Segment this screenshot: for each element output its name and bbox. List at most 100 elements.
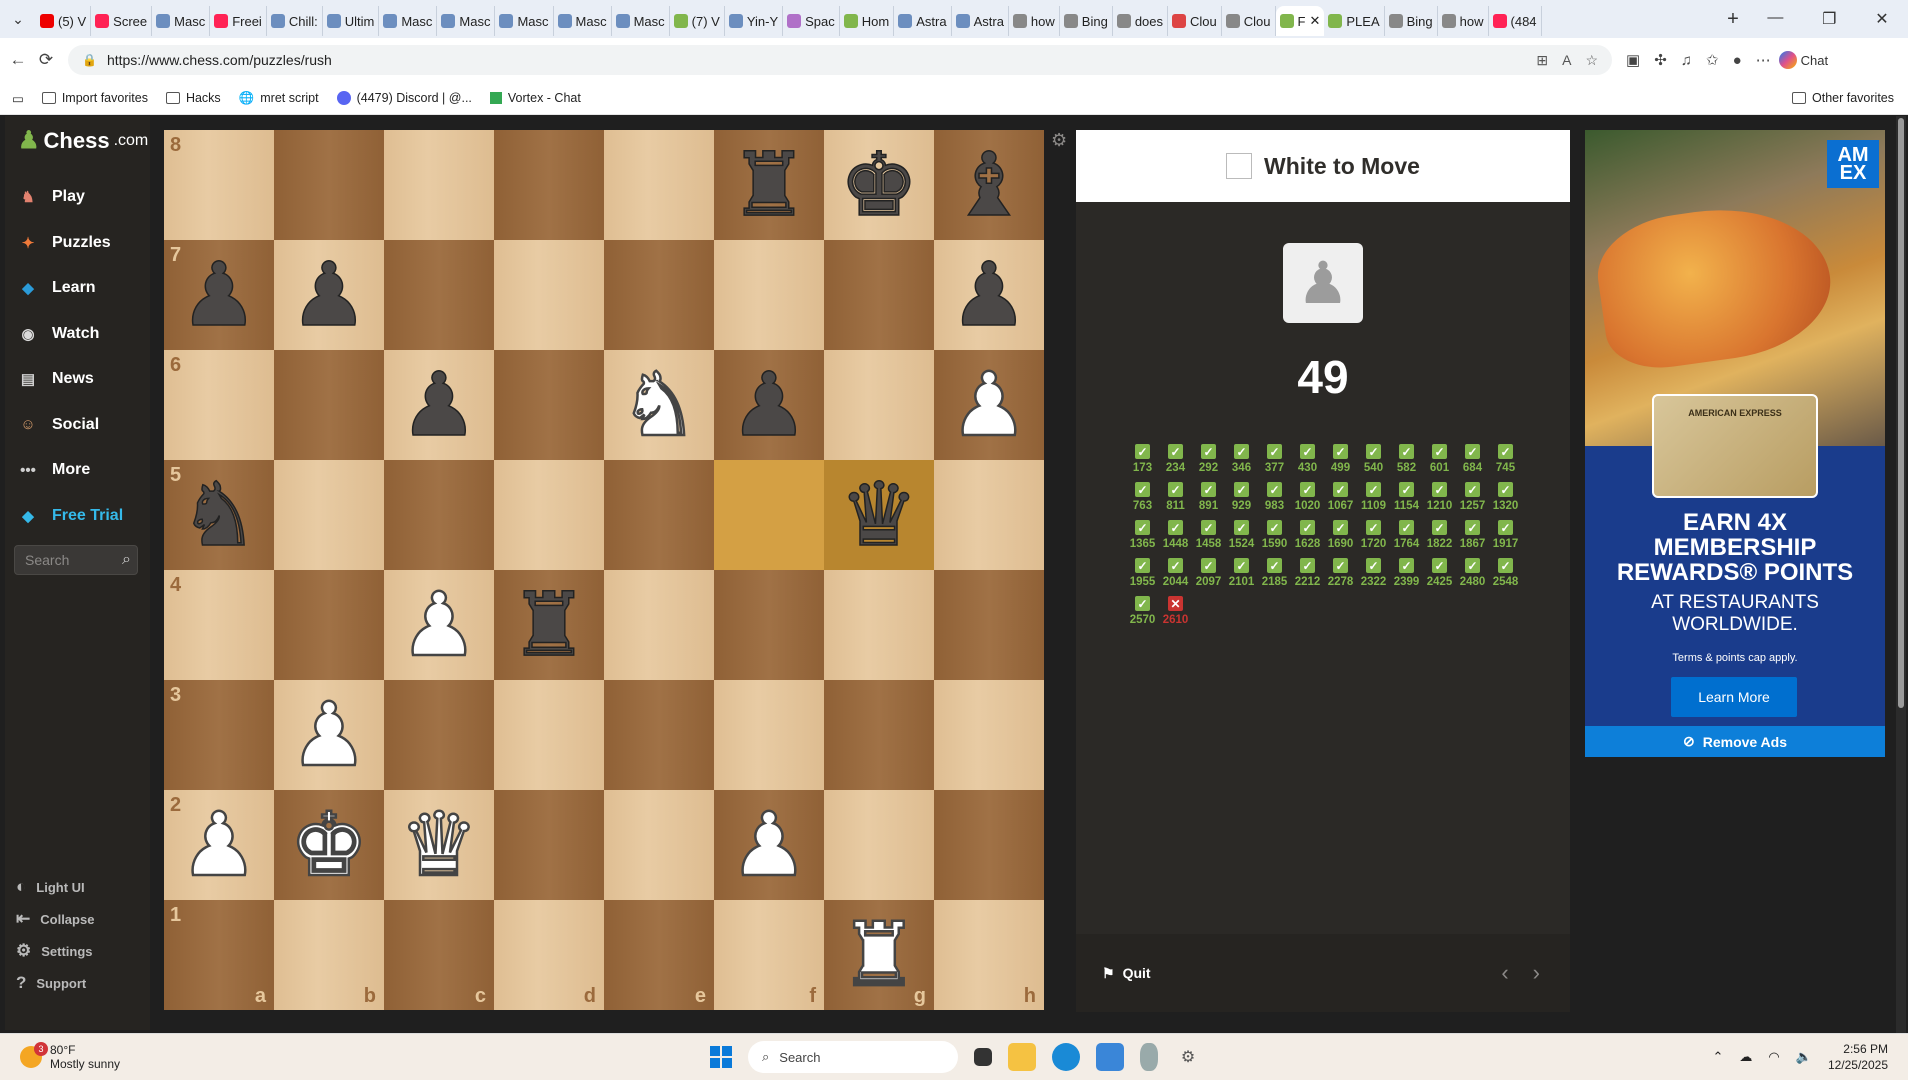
- quit-button[interactable]: ⚑ Quit: [1102, 965, 1151, 982]
- black-pawn-icon[interactable]: ♟: [949, 250, 1029, 340]
- browser-tab[interactable]: Freei: [210, 6, 267, 36]
- browser-tab[interactable]: Masc: [495, 6, 554, 36]
- black-knight-icon[interactable]: ♞: [179, 470, 259, 560]
- result-item[interactable]: ✓ 1154: [1390, 482, 1423, 512]
- result-item[interactable]: ✓ 1458: [1192, 520, 1225, 550]
- result-item[interactable]: ✓ 2399: [1390, 558, 1423, 588]
- sidebar-item-news[interactable]: ▤ News: [16, 359, 94, 399]
- result-item[interactable]: ✓ 2322: [1357, 558, 1390, 588]
- restore-button[interactable]: ❐: [1822, 9, 1836, 29]
- result-item[interactable]: ✓ 2044: [1159, 558, 1192, 588]
- result-item[interactable]: ✓ 1320: [1489, 482, 1522, 512]
- back-button[interactable]: ←: [4, 50, 32, 70]
- result-item[interactable]: ✓ 234: [1159, 444, 1192, 474]
- result-item[interactable]: ✓ 1067: [1324, 482, 1357, 512]
- settings-gear-icon[interactable]: ⚙: [1174, 1043, 1202, 1071]
- square-f3[interactable]: [714, 680, 824, 790]
- favorite-hacks-folder[interactable]: Hacks: [165, 91, 221, 105]
- square-a1[interactable]: 1a: [164, 900, 274, 1010]
- square-f5[interactable]: [714, 460, 824, 570]
- square-g7[interactable]: [824, 240, 934, 350]
- square-h5[interactable]: [934, 460, 1044, 570]
- square-b8[interactable]: [274, 130, 384, 240]
- square-e1[interactable]: e: [604, 900, 714, 1010]
- square-e4[interactable]: [604, 570, 714, 680]
- browser-tab[interactable]: Ultim: [323, 6, 380, 36]
- browser-tab[interactable]: Masc: [152, 6, 211, 36]
- square-b6[interactable]: [274, 350, 384, 460]
- result-item[interactable]: ✓ 292: [1192, 444, 1225, 474]
- result-item[interactable]: ✓ 1590: [1258, 520, 1291, 550]
- square-d3[interactable]: [494, 680, 604, 790]
- browser-tab[interactable]: Yin-Y: [725, 6, 784, 36]
- new-tab-button[interactable]: +: [1718, 8, 1748, 31]
- square-c8[interactable]: [384, 130, 494, 240]
- sidebar-bottom-support[interactable]: ? Support: [16, 968, 86, 998]
- black-rook-icon[interactable]: ♜: [729, 140, 809, 230]
- square-f7[interactable]: [714, 240, 824, 350]
- browser-tab[interactable]: (5) V: [36, 6, 92, 36]
- result-item[interactable]: ✕ 2610: [1159, 596, 1192, 626]
- square-e7[interactable]: [604, 240, 714, 350]
- result-item[interactable]: ✓ 1822: [1423, 520, 1456, 550]
- white-pawn-icon[interactable]: ♟: [948, 359, 1029, 450]
- browser-tab[interactable]: Bing: [1060, 6, 1113, 36]
- result-item[interactable]: ✓ 684: [1456, 444, 1489, 474]
- read-aloud-icon[interactable]: A: [1562, 52, 1571, 69]
- square-d5[interactable]: [494, 460, 604, 570]
- taskbar-search[interactable]: ⌕ Search: [748, 1041, 958, 1073]
- ad-learn-more-button[interactable]: Learn More: [1671, 677, 1797, 717]
- square-a2[interactable]: 2 ♟: [164, 790, 274, 900]
- wifi-icon[interactable]: ◠: [1768, 1049, 1779, 1065]
- scrollbar-thumb[interactable]: [1898, 118, 1904, 708]
- browser-tab[interactable]: (484: [1489, 6, 1542, 36]
- sidebar-item-free-trial[interactable]: ◆ Free Trial: [16, 496, 123, 536]
- square-f8[interactable]: ♜: [714, 130, 824, 240]
- square-h8[interactable]: ♝: [934, 130, 1044, 240]
- square-g1[interactable]: g ♜: [824, 900, 934, 1010]
- previous-arrow-icon[interactable]: ‹: [1501, 960, 1508, 986]
- close-window-button[interactable]: ✕: [1875, 9, 1888, 29]
- square-e5[interactable]: [604, 460, 714, 570]
- black-pawn-icon[interactable]: ♟: [289, 250, 369, 340]
- result-item[interactable]: ✓ 891: [1192, 482, 1225, 512]
- result-item[interactable]: ✓ 377: [1258, 444, 1291, 474]
- windows-start-icon[interactable]: [710, 1046, 732, 1068]
- favorite-mret-script[interactable]: 🌐 mret script: [239, 91, 319, 106]
- square-c1[interactable]: c: [384, 900, 494, 1010]
- reading-list-icon[interactable]: ▭: [12, 91, 24, 106]
- favorite-vortex-chat[interactable]: Vortex - Chat: [489, 91, 581, 105]
- favorite-discord[interactable]: (4479) Discord | @...: [336, 91, 472, 105]
- square-b1[interactable]: b: [274, 900, 384, 1010]
- square-e2[interactable]: [604, 790, 714, 900]
- square-d7[interactable]: [494, 240, 604, 350]
- browser-tab-active[interactable]: F ✕: [1275, 6, 1325, 36]
- white-pawn-icon[interactable]: ♟: [178, 799, 259, 890]
- white-king-icon[interactable]: ♚: [288, 799, 369, 890]
- square-b7[interactable]: ♟: [274, 240, 384, 350]
- square-d4[interactable]: ♜: [494, 570, 604, 680]
- result-item[interactable]: ✓ 929: [1225, 482, 1258, 512]
- white-pawn-icon[interactable]: ♟: [728, 799, 809, 890]
- clock[interactable]: 2:56 PM 12/25/2025: [1828, 1041, 1888, 1073]
- browser-tab[interactable]: does: [1113, 6, 1169, 36]
- sidebar-bottom-collapse[interactable]: ⇤ Collapse: [16, 904, 94, 934]
- result-item[interactable]: ✓ 346: [1225, 444, 1258, 474]
- sidebar-bottom-settings[interactable]: ⚙ Settings: [16, 936, 93, 966]
- result-item[interactable]: ✓ 1720: [1357, 520, 1390, 550]
- result-item[interactable]: ✓ 2425: [1423, 558, 1456, 588]
- result-item[interactable]: ✓ 983: [1258, 482, 1291, 512]
- result-item[interactable]: ✓ 2278: [1324, 558, 1357, 588]
- white-pawn-icon[interactable]: ♟: [398, 579, 479, 670]
- result-item[interactable]: ✓ 1109: [1357, 482, 1390, 512]
- browser-tab[interactable]: Masc: [612, 6, 670, 36]
- result-item[interactable]: ✓ 173: [1126, 444, 1159, 474]
- browser-tab[interactable]: Bing: [1385, 6, 1438, 36]
- result-item[interactable]: ✓ 1764: [1390, 520, 1423, 550]
- square-a4[interactable]: 4: [164, 570, 274, 680]
- browser-tab[interactable]: Scree: [91, 6, 153, 36]
- square-f4[interactable]: [714, 570, 824, 680]
- task-view-icon[interactable]: [974, 1048, 992, 1066]
- result-item[interactable]: ✓ 1365: [1126, 520, 1159, 550]
- url-field[interactable]: 🔒 https://www.chess.com/puzzles/rush ⊞ A…: [68, 45, 1612, 75]
